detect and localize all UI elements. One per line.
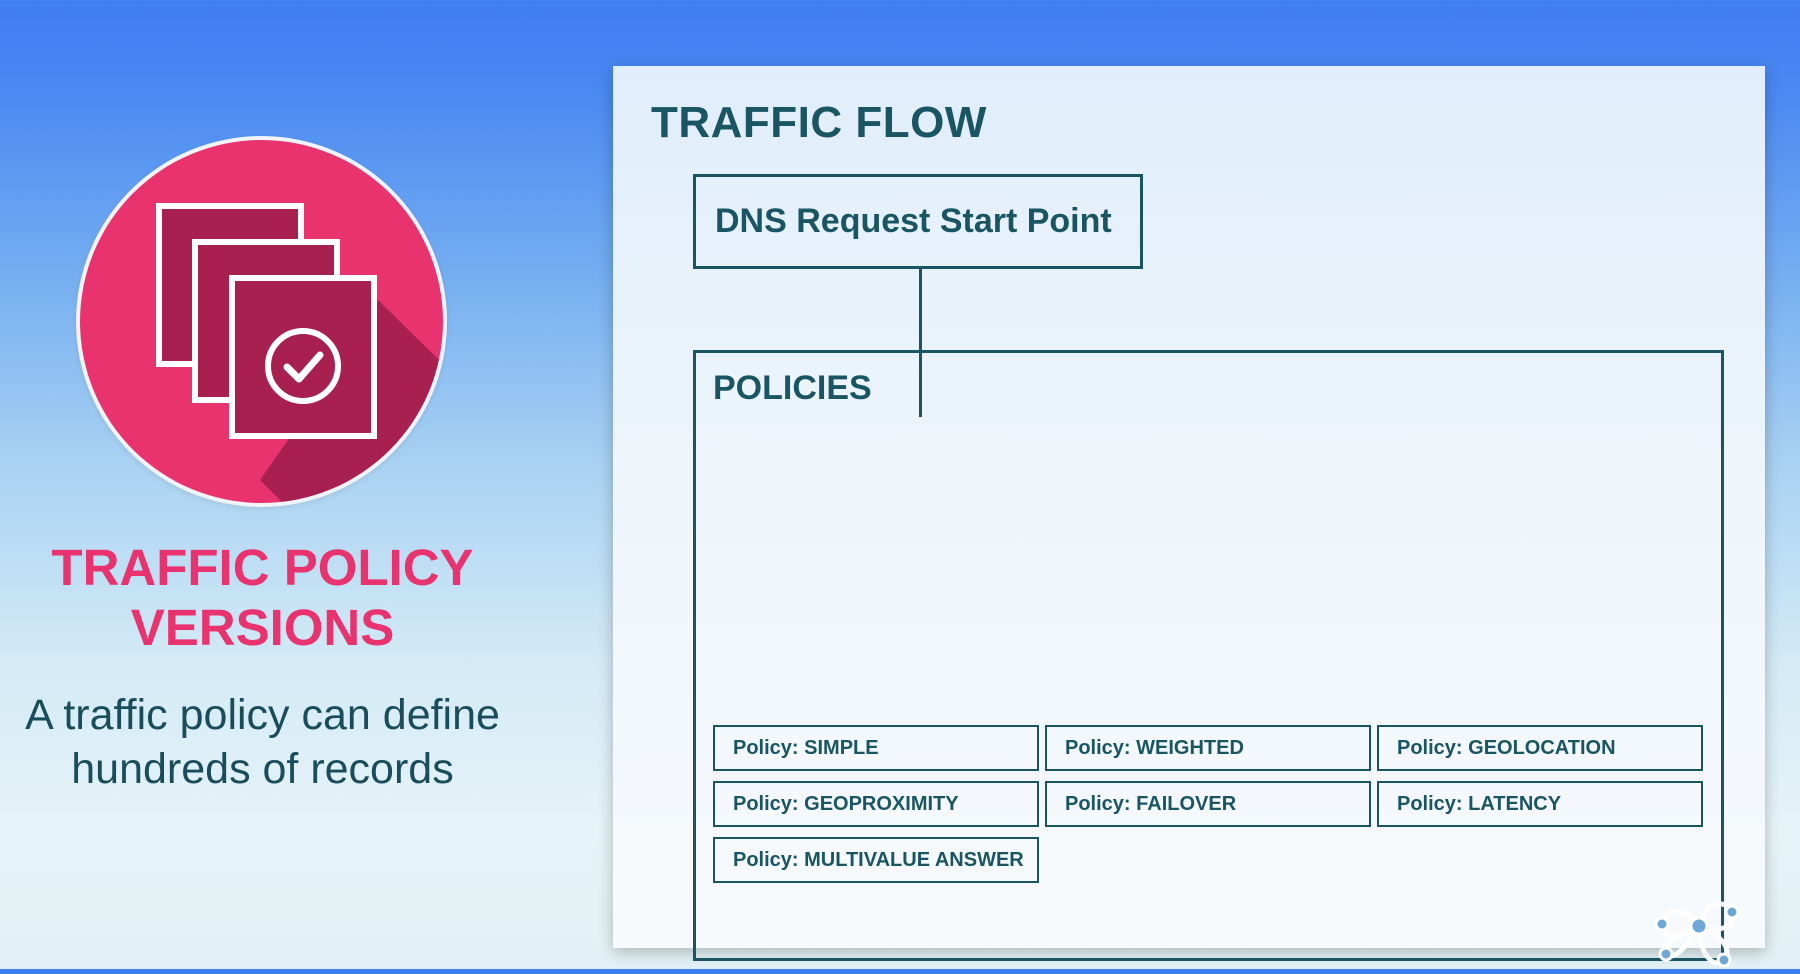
dns-start-point-label: DNS Request Start Point: [715, 202, 1112, 240]
left-title-line2: VERSIONS: [130, 599, 395, 656]
policy-latency: Policy: LATENCY: [1377, 781, 1703, 827]
traffic-flow-card: TRAFFIC FLOW DNS Request Start Point POL…: [613, 66, 1765, 961]
policy-geoproximity: Policy: GEOPROXIMITY: [713, 781, 1039, 827]
policy-multivalue-answer: Policy: MULTIVALUE ANSWER: [713, 837, 1039, 883]
diagram-title: TRAFFIC FLOW: [651, 98, 987, 147]
left-title: TRAFFIC POLICY VERSIONS: [0, 538, 525, 658]
policies-box: POLICIES Policy: SIMPLE Policy: WEIGHTED…: [693, 350, 1724, 961]
dns-start-point-box: DNS Request Start Point: [693, 174, 1143, 269]
left-title-line1: TRAFFIC POLICY: [51, 539, 474, 596]
stacked-documents-check-icon: [76, 136, 447, 507]
left-panel: TRAFFIC POLICY VERSIONS A traffic policy…: [0, 0, 525, 969]
left-subtitle-line1: A traffic policy can define: [25, 691, 500, 739]
policy-weighted: Policy: WEIGHTED: [1045, 725, 1371, 771]
policy-failover: Policy: FAILOVER: [1045, 781, 1371, 827]
network-nodes-logo-icon: [1644, 884, 1754, 974]
policy-geolocation: Policy: GEOLOCATION: [1377, 725, 1703, 771]
left-subtitle-line2: hundreds of records: [71, 745, 454, 793]
policies-title: POLICIES: [713, 369, 872, 407]
left-subtitle: A traffic policy can define hundreds of …: [0, 688, 525, 796]
policy-grid: Policy: SIMPLE Policy: WEIGHTED Policy: …: [713, 725, 1708, 883]
policy-simple: Policy: SIMPLE: [713, 725, 1039, 771]
